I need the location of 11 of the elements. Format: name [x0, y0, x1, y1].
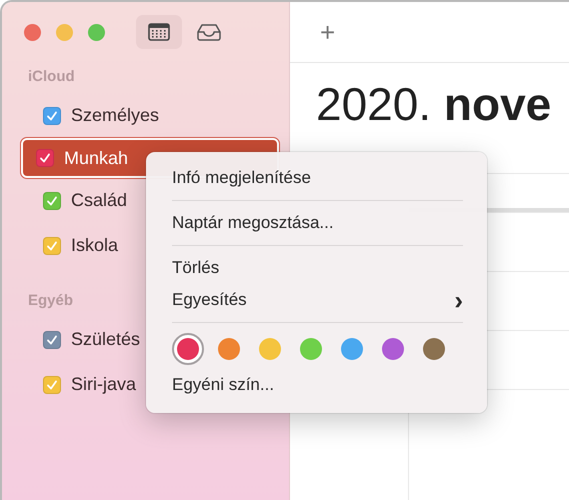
- month-title: 2020. nove: [316, 77, 552, 131]
- calendar-name: Születés: [71, 329, 140, 350]
- menu-item-label: Egyesítés: [172, 289, 247, 311]
- calendar-name: Iskola: [71, 235, 118, 256]
- calendar-name: Család: [71, 190, 128, 211]
- calendar-name: Munkah: [64, 148, 128, 168]
- calendar-name: Személyes: [71, 105, 160, 126]
- calendar-name: Siri-java: [71, 374, 136, 395]
- section-heading: iCloud: [28, 68, 75, 85]
- chevron-icon: ›: [454, 289, 463, 311]
- section-heading: Egyéb: [28, 292, 74, 309]
